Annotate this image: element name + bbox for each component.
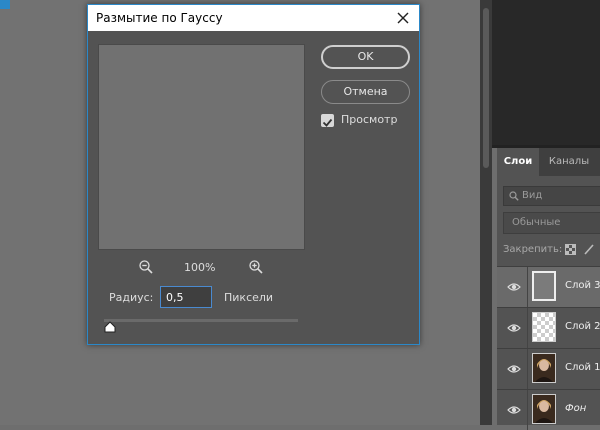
checkbox-box[interactable] <box>321 114 334 127</box>
panel-tabs: Слои Каналы <box>497 148 600 176</box>
layer-name[interactable]: Слой 2 <box>565 321 600 332</box>
zoom-controls: 100% <box>138 259 268 277</box>
cancel-button[interactable]: Отмена <box>321 80 410 104</box>
zoom-out-icon[interactable] <box>138 259 154 275</box>
ok-button[interactable]: OK <box>321 45 410 69</box>
close-icon[interactable] <box>395 10 411 26</box>
layer-divider <box>527 349 528 389</box>
tab-layers[interactable]: Слои <box>497 148 539 176</box>
lock-brush-icon[interactable] <box>583 244 594 255</box>
layer-name[interactable]: Слой 3 <box>565 280 600 291</box>
layers-panel: Слои Каналы Вид Обычные Закрепить: Слой … <box>497 148 600 430</box>
zoom-level: 100% <box>184 261 216 274</box>
layer-thumbnail <box>532 271 556 301</box>
layer-divider <box>527 308 528 348</box>
layer-name[interactable]: Слой 1 <box>565 362 600 373</box>
blend-mode-value: Обычные <box>512 217 561 228</box>
layer-search-field[interactable]: Вид <box>503 186 600 206</box>
dialog-title: Размытие по Гауссу <box>96 11 223 25</box>
radius-unit-label: Пиксели <box>224 291 274 304</box>
layer-thumbnail <box>532 353 556 383</box>
layer-thumbnail <box>532 394 556 424</box>
layer-divider <box>527 390 528 430</box>
eye-icon[interactable] <box>507 362 521 376</box>
search-placeholder: Вид <box>522 190 543 201</box>
radius-input[interactable] <box>160 286 212 308</box>
checkmark-icon <box>322 118 333 127</box>
scrollbar-thumb[interactable] <box>483 8 489 168</box>
tab-channels[interactable]: Каналы <box>539 148 599 176</box>
layer-row[interactable]: Слой 1 <box>497 348 600 389</box>
radius-slider-handle[interactable] <box>103 321 117 333</box>
eye-icon[interactable] <box>507 403 521 417</box>
layer-divider <box>527 267 528 307</box>
lock-row: Закрепить: <box>503 244 594 255</box>
preview-checkbox-label: Просмотр <box>341 113 398 126</box>
lock-label: Закрепить: <box>503 244 563 255</box>
layer-thumbnail <box>532 312 556 342</box>
search-icon <box>509 191 519 201</box>
layer-row[interactable]: Слой 2 <box>497 307 600 348</box>
canvas-scrollbar[interactable] <box>480 0 492 425</box>
lock-transparency-icon[interactable] <box>565 244 576 255</box>
layer-row[interactable]: Слой 3 <box>497 266 600 307</box>
portrait-thumbnail-icon <box>533 354 555 382</box>
layer-name[interactable]: Фон <box>565 403 586 414</box>
eye-icon[interactable] <box>507 321 521 335</box>
gaussian-blur-dialog: Размытие по Гауссу 100% Радиус: Пиксели … <box>87 4 420 345</box>
portrait-thumbnail-icon <box>533 395 555 423</box>
window-accent <box>0 0 10 9</box>
radius-slider-track[interactable] <box>104 319 298 322</box>
zoom-in-icon[interactable] <box>248 259 264 275</box>
radius-label: Радиус: <box>109 291 154 304</box>
layer-row[interactable]: Фон <box>497 389 600 430</box>
eye-icon[interactable] <box>507 280 521 294</box>
preview-pane[interactable] <box>98 44 305 250</box>
right-panel-top <box>492 0 600 145</box>
blend-mode-select[interactable]: Обычные <box>503 212 600 234</box>
dialog-titlebar[interactable]: Размытие по Гауссу <box>88 5 419 31</box>
